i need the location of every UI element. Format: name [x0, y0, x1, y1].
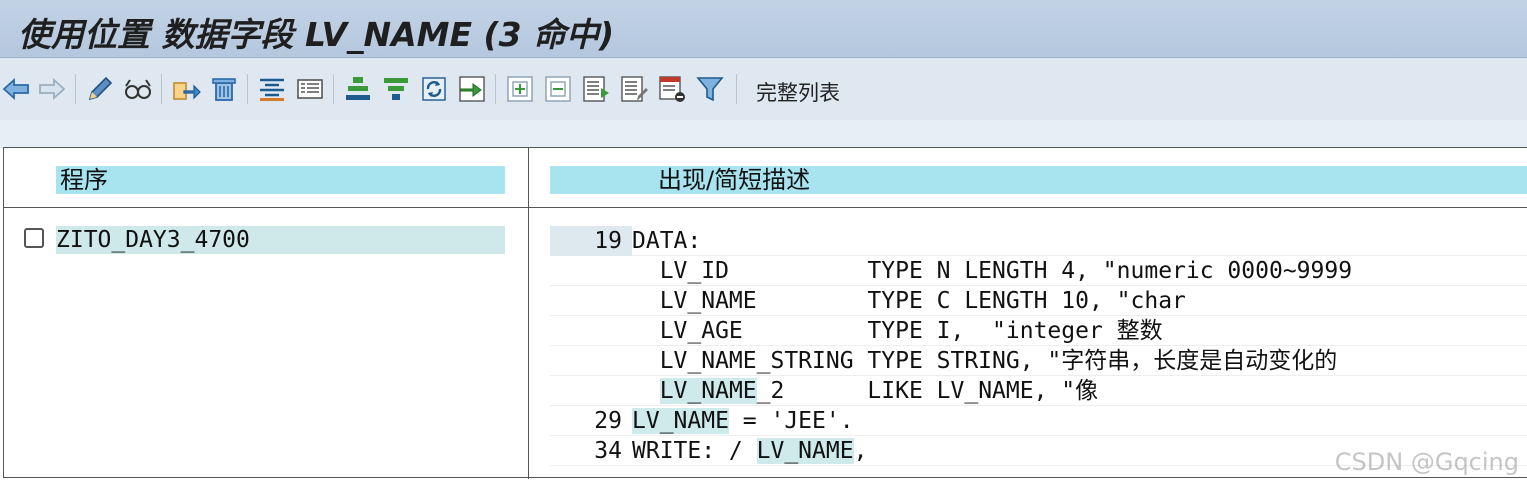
- program-name-cell[interactable]: ZITO_DAY3_4700: [56, 226, 505, 254]
- forward-arrow-icon[interactable]: [36, 73, 68, 105]
- delete-list-icon[interactable]: [656, 73, 688, 105]
- edit-list-icon[interactable]: [618, 73, 650, 105]
- add-icon[interactable]: [504, 73, 536, 105]
- watermark: CSDN @Gqcing: [1334, 448, 1519, 476]
- remove-icon[interactable]: [542, 73, 574, 105]
- code-occurrences: 19 DATA: LV_ID TYPE N LENGTH 4, "numeric …: [550, 226, 1527, 466]
- code-line[interactable]: LV_NAME_STRING TYPE STRING, "字符串，长度是自动变化…: [550, 346, 1527, 376]
- expand-icon[interactable]: [342, 73, 374, 105]
- list-icon[interactable]: [580, 73, 612, 105]
- results-grid: 程序 出现/简短描述 ZITO_DAY3_4700 19 DATA: LV_ID …: [3, 147, 1527, 479]
- full-list-button[interactable]: 完整列表: [756, 77, 840, 107]
- filter-icon[interactable]: [694, 73, 726, 105]
- title-bar: 使用位置 数据字段 LV_NAME (3 命中): [0, 0, 1527, 58]
- code-line[interactable]: LV_ID TYPE N LENGTH 4, "numeric 0000~999…: [550, 256, 1527, 286]
- code-text: LV_NAME_2 LIKE LV_NAME, "像: [659, 378, 1099, 404]
- refresh-icon[interactable]: [418, 73, 450, 105]
- code-line[interactable]: 29 LV_NAME = 'JEE'.: [550, 406, 1527, 436]
- code-line[interactable]: 19 DATA:: [550, 226, 1527, 256]
- line-number: 19: [550, 226, 632, 256]
- column-header-occurrence[interactable]: 出现/简短描述: [550, 166, 1527, 194]
- code-text: LV_NAME = 'JEE'.: [632, 408, 854, 434]
- detail-icon[interactable]: [294, 73, 326, 105]
- code-text: LV_NAME_STRING TYPE STRING, "字符串，长度是自动变化…: [632, 348, 1338, 374]
- code-text: LV_ID TYPE N LENGTH 4, "numeric 0000~999…: [632, 258, 1353, 284]
- line-number: 34: [594, 438, 622, 464]
- spacer-band: [0, 120, 1527, 148]
- pencil-icon[interactable]: [84, 73, 116, 105]
- line-number: 29: [594, 408, 622, 434]
- column-header-program[interactable]: 程序: [56, 166, 505, 194]
- back-arrow-icon[interactable]: [0, 73, 32, 105]
- column-divider: [528, 148, 529, 479]
- code-text: WRITE: / LV_NAME,: [632, 438, 868, 464]
- code-line[interactable]: LV_NAME TYPE C LENGTH 10, "char: [550, 286, 1527, 316]
- align-center-icon[interactable]: [256, 73, 288, 105]
- collapse-icon[interactable]: [380, 73, 412, 105]
- code-text: LV_AGE TYPE I, "integer 整数: [632, 318, 1163, 344]
- export-icon[interactable]: [170, 73, 202, 105]
- code-text: DATA:: [632, 228, 702, 254]
- page-title: 使用位置 数据字段 LV_NAME (3 命中): [18, 15, 615, 54]
- code-line[interactable]: LV_AGE TYPE I, "integer 整数: [550, 316, 1527, 346]
- row-checkbox[interactable]: [24, 228, 44, 248]
- trash-icon[interactable]: [208, 73, 240, 105]
- navigate-icon[interactable]: [456, 73, 488, 105]
- code-text: LV_NAME TYPE C LENGTH 10, "char: [632, 288, 1186, 314]
- header-divider: [4, 207, 1527, 208]
- code-line[interactable]: LV_NAME_2 LIKE LV_NAME, "像: [550, 376, 1527, 406]
- glasses-icon[interactable]: [122, 73, 154, 105]
